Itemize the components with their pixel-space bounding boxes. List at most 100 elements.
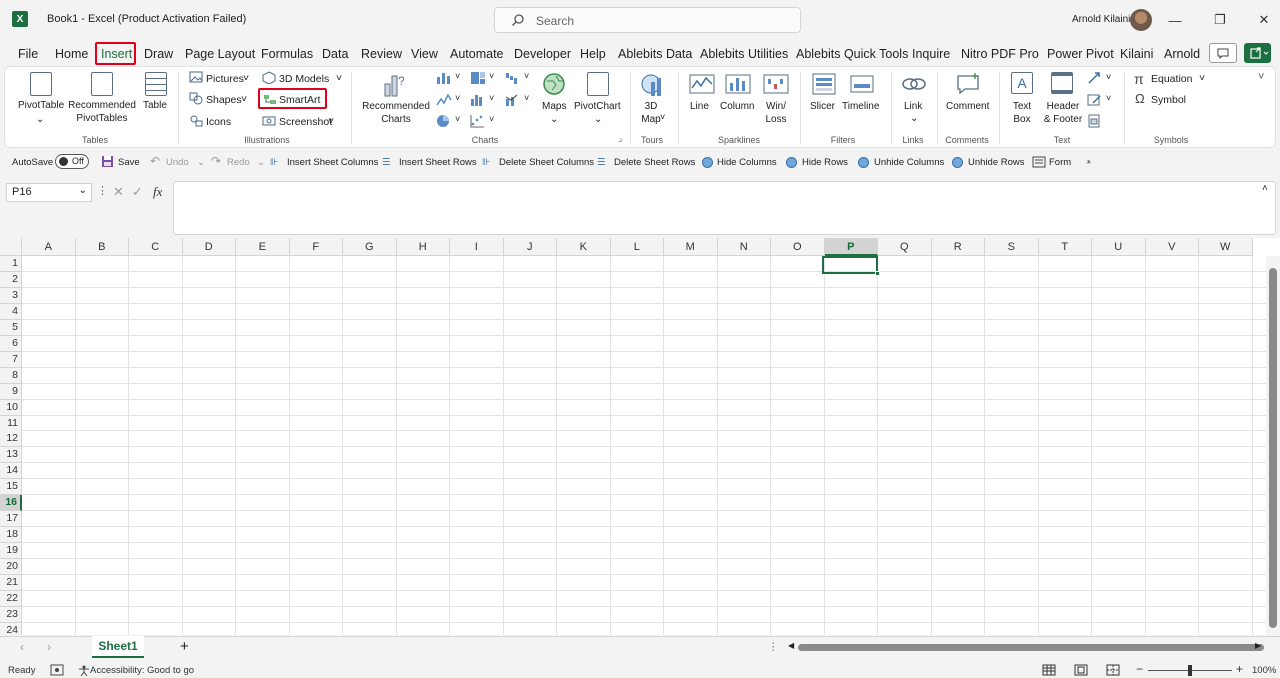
icons-button[interactable]: Icons [206,116,231,128]
row-header-23[interactable]: 23 [0,606,22,623]
comments-button[interactable] [1209,43,1237,63]
tab-file[interactable]: File [18,47,38,61]
redo-dropdown-icon[interactable]: ⌄ [257,157,265,168]
row-header-9[interactable]: 9 [0,383,22,400]
sparkline-line-button[interactable]: Line [690,100,709,113]
3d-map-dropdown-icon[interactable]: ˅ [660,112,665,122]
undo-dropdown-icon[interactable]: ⌄ [197,157,205,168]
statistic-chart-icon[interactable] [470,93,486,107]
timeline-button[interactable]: Timeline [842,100,879,113]
scatter-chart-dropdown-icon[interactable]: ˅ [489,114,494,124]
line-chart-icon[interactable] [436,93,452,107]
save-button[interactable]: Save [118,157,140,168]
delete-sheet-rows-button[interactable]: Delete Sheet Rows [614,157,695,168]
row-header-18[interactable]: 18 [0,527,22,544]
column-header-i[interactable]: I [450,238,504,256]
add-sheet-button[interactable]: + [180,638,189,655]
row-header-14[interactable]: 14 [0,463,22,480]
pictures-button[interactable]: Pictures [206,73,244,85]
insert-sheet-columns-button[interactable]: Insert Sheet Columns [287,157,378,168]
tab-formulas[interactable]: Formulas [261,47,313,61]
vertical-scrollbar[interactable] [1266,256,1280,635]
column-header-t[interactable]: T [1038,238,1092,256]
column-header-o[interactable]: O [771,238,825,256]
formula-input[interactable] [173,181,1276,235]
scroll-left-icon[interactable]: ◀ [788,641,794,650]
equation-button[interactable]: Equation [1151,73,1192,85]
tab-arnold[interactable]: Arnold [1164,47,1200,61]
select-all-corner[interactable] [0,238,22,256]
column-header-b[interactable]: B [75,238,129,256]
charts-dialog-launcher-icon[interactable]: ⌟ [618,133,622,144]
autosave-toggle[interactable]: Off [55,154,89,169]
row-header-4[interactable]: 4 [0,303,22,320]
maps-dropdown-icon[interactable]: ⌄ [550,113,558,126]
scroll-right-icon[interactable]: ▶ [1255,641,1261,650]
row-header-8[interactable]: 8 [0,367,22,384]
tab-split-handle-icon[interactable]: ⋮ [768,641,779,653]
column-header-m[interactable]: M [664,238,718,256]
column-header-h[interactable]: H [396,238,450,256]
equation-dropdown-icon[interactable]: ˅ [1199,72,1205,84]
row-header-20[interactable]: 20 [0,559,22,576]
customize-qat-icon[interactable]: ⩡ [1086,157,1091,168]
unhide-columns-button[interactable]: Unhide Columns [874,157,944,168]
zoom-in-button[interactable]: + [1236,662,1243,676]
column-header-v[interactable]: V [1145,238,1199,256]
minimize-button[interactable]: — [1160,8,1190,32]
tab-power-pivot[interactable]: Power Pivot [1047,47,1114,61]
pictures-dropdown-icon[interactable]: ˅ [243,72,249,84]
row-header-22[interactable]: 22 [0,590,22,607]
column-header-n[interactable]: N [717,238,771,256]
formula-bar-collapse-icon[interactable]: ˄ [1262,183,1268,194]
share-button[interactable] [1244,43,1271,63]
screenshot-button[interactable]: Screenshot [279,116,332,128]
zoom-slider-thumb[interactable] [1188,665,1192,676]
hierarchy-chart-dropdown-icon[interactable]: ˅ [489,71,494,81]
recommended-pivottables-button[interactable]: Recommended PivotTables [68,99,136,125]
close-button[interactable]: ✕ [1249,8,1279,32]
sparkline-column-button[interactable]: Column [720,100,754,113]
maps-button[interactable]: Maps [542,100,566,113]
column-header-k[interactable]: K [557,238,611,256]
pivottable-dropdown-icon[interactable]: ⌄ [36,113,44,126]
user-name[interactable]: Arnold Kilaini [1072,14,1130,25]
signature-line-dropdown-icon[interactable]: ˅ [1106,93,1111,103]
signature-line-icon[interactable] [1087,93,1103,107]
vertical-scrollbar-thumb[interactable] [1269,268,1277,628]
avatar[interactable] [1130,9,1152,31]
line-chart-dropdown-icon[interactable]: ˅ [455,93,460,103]
recommended-charts-button[interactable]: Recommended Charts [362,100,430,126]
tab-developer[interactable]: Developer [514,47,571,61]
tab-kilaini[interactable]: Kilaini [1120,47,1153,61]
pivotchart-dropdown-icon[interactable]: ⌄ [594,113,602,126]
statistic-chart-dropdown-icon[interactable]: ˅ [489,93,494,103]
tab-view[interactable]: View [411,47,438,61]
row-header-15[interactable]: 15 [0,479,22,496]
normal-view-icon[interactable] [1042,664,1056,676]
macro-record-icon[interactable] [50,664,64,676]
tab-automate[interactable]: Automate [450,47,504,61]
tab-ablebits-data[interactable]: Ablebits Data [618,47,692,61]
page-break-view-icon[interactable] [1106,664,1120,676]
screenshot-dropdown-icon[interactable]: ˅ [328,115,334,127]
header-footer-button[interactable]: Header & Footer [1041,100,1085,126]
next-sheet-icon[interactable]: › [47,640,51,654]
wordart-icon[interactable] [1087,71,1103,85]
tab-nitro-pdf-pro[interactable]: Nitro PDF Pro [961,47,1039,61]
column-header-p[interactable]: P [824,238,878,256]
row-header-24[interactable]: 24 [0,622,22,635]
waterfall-chart-icon[interactable] [505,71,521,85]
column-header-g[interactable]: G [343,238,397,256]
insert-function-button[interactable]: fx [153,184,162,200]
wordart-dropdown-icon[interactable]: ˅ [1106,72,1111,82]
hierarchy-chart-icon[interactable] [470,71,486,85]
comment-button[interactable]: Comment [946,100,989,113]
shapes-dropdown-icon[interactable]: ˅ [241,93,247,105]
row-header-17[interactable]: 17 [0,511,22,528]
column-header-w[interactable]: W [1199,238,1253,256]
formula-bar-grip-icon[interactable]: ⋮ [97,184,108,197]
hide-rows-button[interactable]: Hide Rows [802,157,848,168]
form-button[interactable]: Form [1049,157,1071,168]
waterfall-chart-dropdown-icon[interactable]: ˅ [524,71,529,81]
